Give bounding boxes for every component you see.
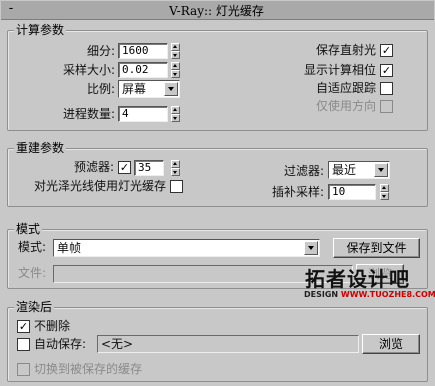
mode-dropdown-value: 单帧 xyxy=(57,241,82,255)
subdivs-label: 细分: xyxy=(86,44,115,58)
scale-label: 比例: xyxy=(86,82,115,96)
watermark-url-site: WWW.TUOZHE8.COM xyxy=(340,290,435,299)
mode-legend: 模式 xyxy=(14,222,43,236)
mode-dropdown[interactable]: 单帧 xyxy=(53,239,320,257)
interp-label: 插补采样: xyxy=(271,185,324,199)
chevron-down-icon[interactable] xyxy=(304,241,318,255)
prefilter-spinner[interactable] xyxy=(171,160,180,176)
interp-spinner[interactable] xyxy=(380,184,389,200)
sample-size-input[interactable]: 0.02 xyxy=(118,62,168,78)
save-to-file-button[interactable]: 保存到文件 xyxy=(333,238,420,258)
prefilter-checkbox[interactable]: ✓ xyxy=(118,161,131,174)
store-direct-label: 保存直射光 xyxy=(315,43,376,57)
autosave-browse-button[interactable]: 浏览 xyxy=(362,334,420,354)
file-label: 文件: xyxy=(18,266,47,280)
spinner-up-icon[interactable] xyxy=(380,184,389,192)
chevron-down-icon[interactable] xyxy=(374,163,388,177)
spinner-up-icon[interactable] xyxy=(171,106,180,114)
adaptive-label: 自适应跟踪 xyxy=(315,81,376,95)
autosave-checkbox[interactable] xyxy=(17,338,30,351)
glossy-lc-checkbox[interactable] xyxy=(170,180,183,193)
rollout-title: V-Ray:: 灯光缓存 xyxy=(169,4,264,18)
watermark-url-prefix: DESIGN xyxy=(304,290,339,299)
calc-params-legend: 计算参数 xyxy=(14,23,67,37)
spinner-up-icon[interactable] xyxy=(171,43,180,51)
spinner-up-icon[interactable] xyxy=(171,62,180,70)
show-calc-checkbox[interactable]: ✓ xyxy=(380,64,393,77)
watermark-url: DESIGN WWW.TUOZHE8.COM xyxy=(304,290,435,300)
use-dirs-checkbox[interactable] xyxy=(380,100,393,113)
prefilter-label: 预滤器: xyxy=(73,160,114,174)
filter-dropdown-value: 最近 xyxy=(332,163,357,177)
filter-dropdown[interactable]: 最近 xyxy=(328,161,390,179)
spinner-down-icon[interactable] xyxy=(171,114,180,122)
use-dirs-label: 仅使用方向 xyxy=(315,99,376,113)
prefilter-input[interactable]: 35 xyxy=(134,160,164,176)
glossy-lc-label: 对光泽光线使用灯光缓存 xyxy=(33,179,166,193)
scale-dropdown[interactable]: 屏幕 xyxy=(118,80,180,98)
switch-cache-label: 切换到被保存的缓存 xyxy=(34,362,143,376)
filter-label: 过滤器: xyxy=(283,164,324,178)
spinner-down-icon[interactable] xyxy=(171,168,180,176)
watermark-logo: 拓者设计吧 xyxy=(305,267,410,291)
passes-input[interactable]: 4 xyxy=(118,106,168,122)
dont-delete-label: 不删除 xyxy=(34,319,71,333)
spinner-down-icon[interactable] xyxy=(171,51,180,59)
passes-spinner[interactable] xyxy=(171,106,180,122)
mode-label: 模式: xyxy=(18,240,47,254)
spinner-down-icon[interactable] xyxy=(380,192,389,200)
spinner-down-icon[interactable] xyxy=(171,70,180,78)
recon-params-legend: 重建参数 xyxy=(14,141,67,155)
dont-delete-checkbox[interactable]: ✓ xyxy=(17,320,30,333)
scale-dropdown-value: 屏幕 xyxy=(122,82,147,96)
passes-label: 进程数量: xyxy=(62,107,115,121)
after-render-legend: 渲染后 xyxy=(14,300,55,314)
sample-size-label: 采样大小: xyxy=(62,63,115,77)
interp-input[interactable]: 10 xyxy=(328,184,376,200)
autosave-path-field: <无> xyxy=(97,335,359,353)
subdivs-input[interactable]: 1600 xyxy=(118,43,168,59)
chevron-down-icon[interactable] xyxy=(164,82,178,96)
spinner-up-icon[interactable] xyxy=(171,160,180,168)
subdivs-spinner[interactable] xyxy=(171,43,180,59)
store-direct-checkbox[interactable]: ✓ xyxy=(380,44,393,57)
adaptive-checkbox[interactable] xyxy=(380,82,393,95)
sample-size-spinner[interactable] xyxy=(171,62,180,78)
switch-cache-checkbox[interactable] xyxy=(17,363,30,376)
show-calc-label: 显示计算相位 xyxy=(303,63,376,77)
autosave-label: 自动保存: xyxy=(34,337,87,351)
